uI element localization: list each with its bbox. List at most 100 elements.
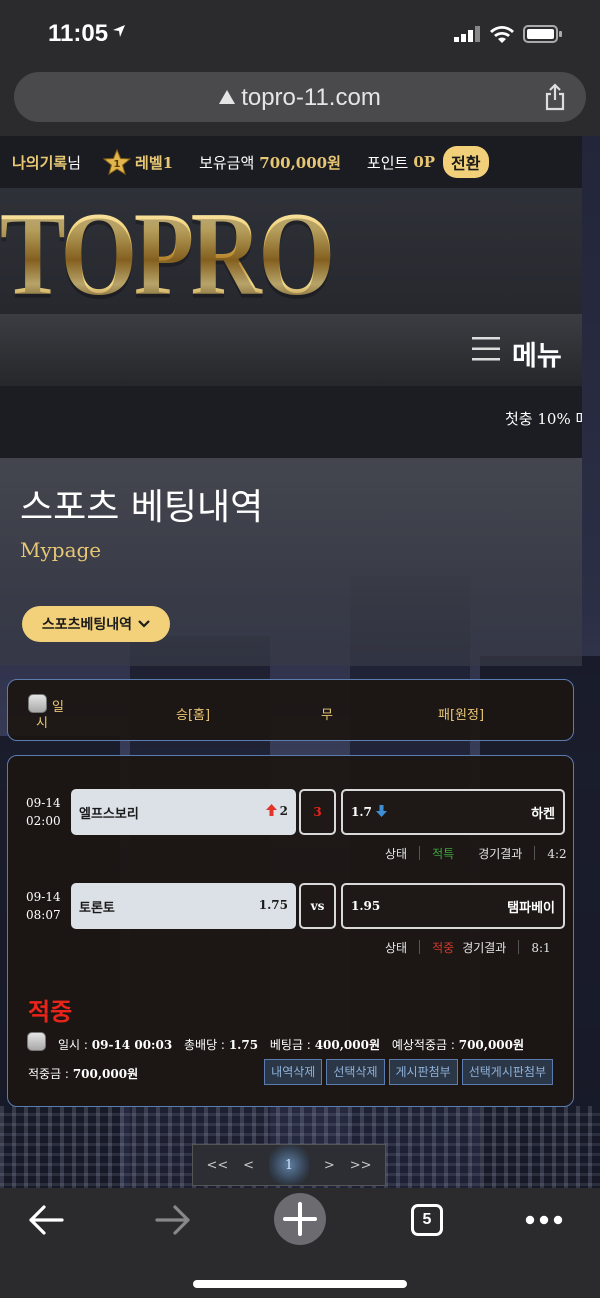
battery-icon [523,25,562,43]
home-team-name: 토론토 [79,901,115,916]
won-amount: 700,000원 [72,1067,139,1081]
status-bar: 11:05 [0,0,600,66]
balance-value: 700,000원 [259,153,341,172]
status-time: 11:05 [48,20,109,47]
bet-history-card: 09-14 02:00 엘프스보리 2 3 1.7 하켄 상태 적특 경기결과 4:2 … [7,755,574,1107]
draw-value: vs [310,899,325,913]
pagination: << < 1 > >> [192,1144,386,1186]
status-label: 상태 [385,847,408,861]
wifi-icon [490,26,514,43]
ticker-text: 첫충 10% 매 [505,410,582,428]
expected-amount: 700,000원 [458,1038,525,1052]
game-status: 적특 [432,847,455,861]
separator [419,846,421,860]
category-dropdown[interactable]: 스포츠베팅내역 [22,606,170,642]
warning-icon [219,90,236,104]
game-score: 4:2 [547,847,567,861]
bet-table-header: 일시 승[홈] 무 패[원정] [7,679,574,741]
points-value: 0P [413,153,436,171]
draw-value: 3 [313,805,322,819]
home-indicator [193,1280,407,1288]
won-summary: 적중금 : 700,000원 [28,1065,138,1082]
home-odds: 2 [265,804,288,818]
new-tab-button[interactable] [274,1193,326,1245]
game-time: 02:00 [26,814,61,828]
separator [534,846,536,860]
menu-button[interactable]: 메뉴 [512,334,562,373]
location-arrow-icon [113,25,125,37]
game-score: 8:1 [531,941,551,955]
browser-url-area: topro-11.com [0,66,600,136]
page-last-button[interactable]: >> [350,1158,372,1173]
game-datetime: 09-14 08:07 [26,888,61,924]
site-viewport: 나의기록 님 1 레벨1 보유금액 700,000원 포인트 0P 전환 TOPR… [0,136,600,1188]
page-title: 스포츠 베팅내역 [20,487,264,528]
bet-result-label: 적중 [28,998,73,1026]
delete-selected-button[interactable]: 선택삭제 [326,1059,385,1085]
header-draw: 무 [321,708,333,723]
user-topbar: 나의기록 님 1 레벨1 보유금액 700,000원 포인트 0P 전환 [0,136,582,188]
delete-history-button[interactable]: 내역삭제 [264,1059,323,1085]
odds-down-arrow-icon [375,805,387,817]
away-team-option[interactable]: 1.95 탬파베이 [341,883,565,929]
result-label: 경기결과 [462,941,507,955]
browser-toolbar: 5 [0,1188,600,1298]
page-first-button[interactable]: << [206,1158,228,1173]
category-dropdown-label: 스포츠베팅내역 [41,617,133,633]
attach-to-board-button[interactable]: 게시판첨부 [388,1059,458,1085]
away-odds: 1.7 [351,805,387,819]
page-next-button[interactable]: > [324,1158,335,1173]
attach-selected-to-board-button[interactable]: 선택게시판첨부 [461,1059,553,1085]
user-suffix: 님 [67,153,82,172]
points-label: 포인트 [366,153,409,172]
home-team-option[interactable]: 엘프스보리 2 [71,789,296,835]
forward-arrow-icon[interactable] [155,1204,191,1236]
notice-ticker: 첫충 10% 매 [0,386,582,458]
share-icon[interactable] [544,83,566,111]
draw-option[interactable]: vs [299,883,336,929]
stake-label: 베팅금 : [269,1038,311,1052]
away-team-option[interactable]: 1.7 하켄 [341,789,565,835]
bet-actions: 내역삭제 선택삭제 게시판첨부 선택게시판첨부 [264,1059,553,1085]
tab-switcher-button[interactable]: 5 [411,1204,443,1236]
away-team-name: 탬파베이 [507,901,555,916]
odds-up-arrow-icon [265,804,277,816]
level-label: 레벨1 [135,153,174,172]
home-odds: 1.75 [258,898,288,912]
address-bar[interactable]: topro-11.com [14,72,586,122]
url-label: topro-11.com [241,84,381,111]
user-name: 나의기록 [12,153,68,172]
more-options-icon[interactable] [524,1214,564,1226]
header-date: 일시 [36,700,66,732]
home-team-option[interactable]: 토론토 1.75 [71,883,296,929]
address-text[interactable]: topro-11.com [14,84,586,112]
game-result-row: 상태 적중 경기결과 8:1 [385,939,551,956]
game-status: 적중 [432,941,455,955]
plus-icon [283,1202,317,1236]
level-star-icon: 1 [103,149,132,175]
header-date-line1: 일 [52,700,64,715]
back-arrow-icon[interactable] [28,1204,64,1236]
menu-band: 메뉴 [0,314,582,386]
convert-points-button[interactable]: 전환 [443,146,489,178]
hamburger-menu-icon[interactable] [472,336,500,362]
bet-select-checkbox[interactable] [27,1032,46,1051]
draw-option[interactable]: 3 [299,789,336,835]
datetime-label: 일시 : [58,1038,88,1052]
bet-summary: 일시 : 09-14 00:03 총배당 : 1.75 베팅금 : 400,00… [58,1036,524,1053]
won-label: 적중금 : [28,1067,69,1081]
page-current[interactable]: 1 [268,1145,309,1185]
header-away: 패[원정] [438,708,485,723]
result-label: 경기결과 [478,847,523,861]
home-team-name: 엘프스보리 [79,807,139,822]
site-logo[interactable]: TOPRO [0,194,335,314]
away-odds: 1.95 [351,899,381,913]
chevron-down-icon [138,620,150,628]
game-time: 08:07 [26,908,61,922]
bet-datetime: 09-14 00:03 [91,1038,173,1052]
total-odds-label: 총배당 : [184,1038,225,1052]
page-prev-button[interactable]: < [243,1158,254,1173]
game-date: 09-14 [26,796,61,810]
separator [419,940,421,954]
status-label: 상태 [385,941,408,955]
